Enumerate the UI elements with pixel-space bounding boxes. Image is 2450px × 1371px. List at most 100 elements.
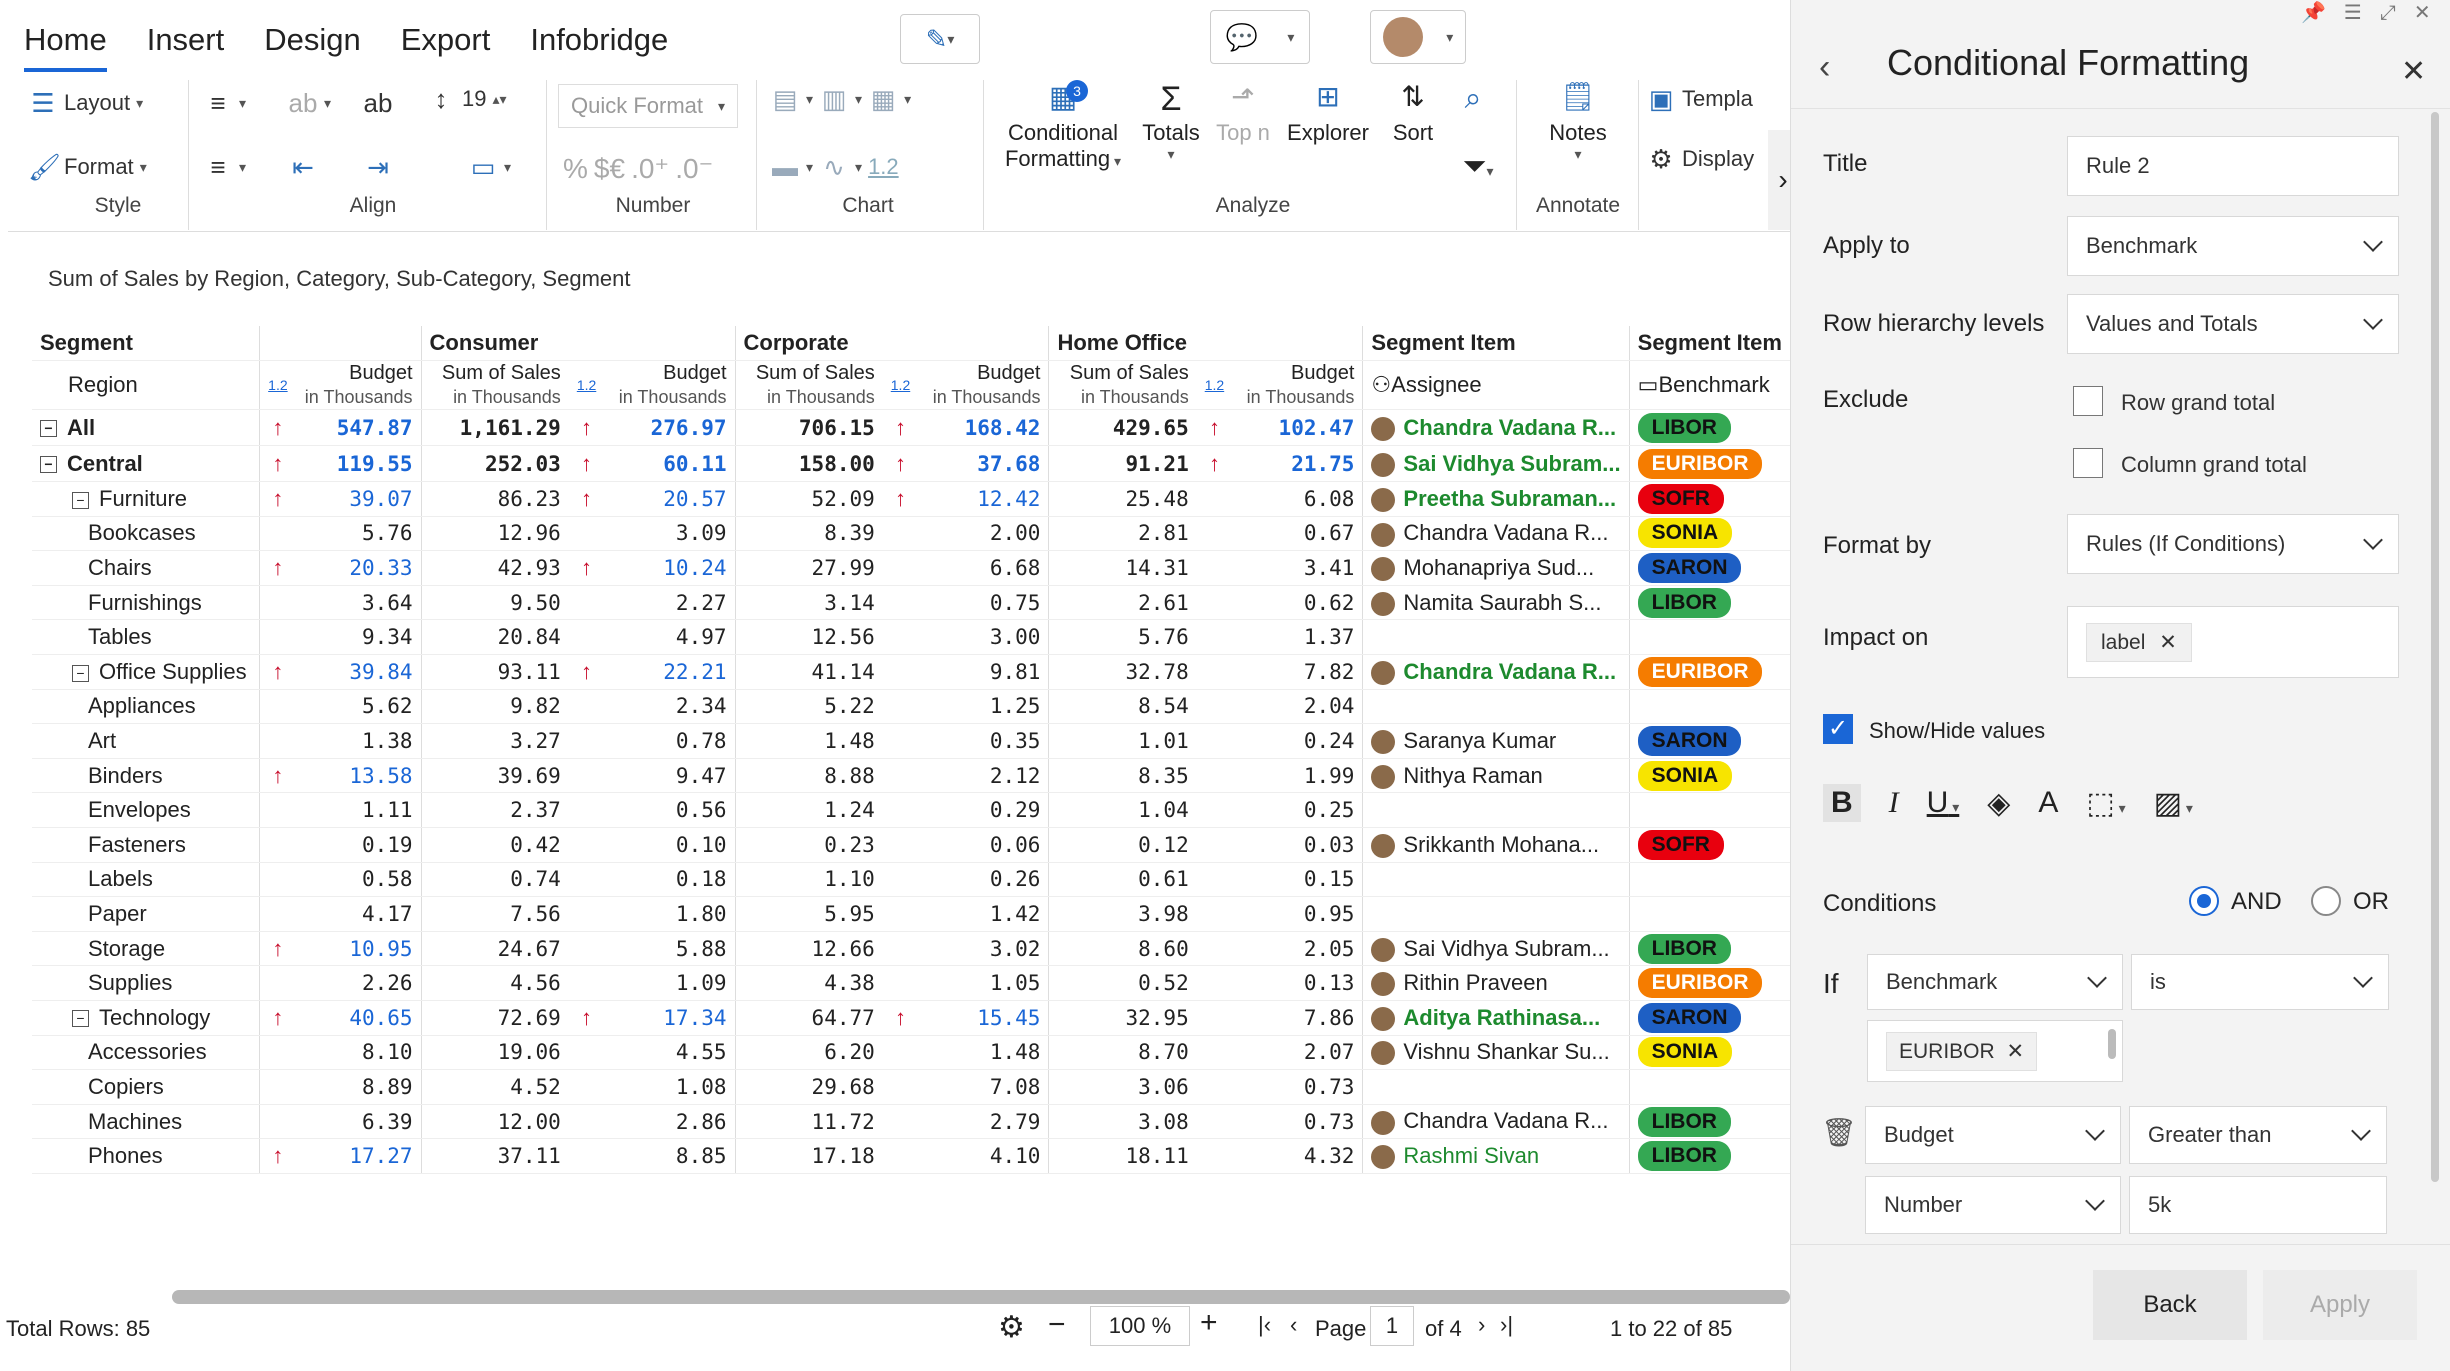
row-label[interactable]: Art bbox=[32, 723, 260, 759]
italic-button[interactable]: I bbox=[1889, 786, 1899, 820]
budget-header[interactable]: Budget in Thousands bbox=[918, 360, 1049, 411]
assignee-cell[interactable]: Chandra Vadana R... bbox=[1362, 409, 1630, 447]
table-row[interactable]: Phones ↑ 17.27 37.11 8.85 17.18 4.10 18.11 4.32 R… bbox=[32, 1138, 1790, 1174]
assignee-cell[interactable]: Mohanapriya Sud... bbox=[1362, 550, 1630, 586]
spellcheck-button[interactable]: ab bbox=[363, 88, 393, 118]
apply-to-dropdown[interactable]: Benchmark bbox=[2067, 216, 2399, 276]
condition2-type-dropdown[interactable]: Number bbox=[1865, 1176, 2121, 1234]
collapse-icon[interactable]: − bbox=[40, 420, 57, 438]
number-format-buttons[interactable]: % $€ .0⁺ .0⁻ bbox=[563, 152, 713, 185]
table-row[interactable]: Supplies 2.26 4.56 1.09 4.38 1.05 0.52 0.13 Rith… bbox=[32, 965, 1790, 1001]
zoom-in-button[interactable]: + bbox=[1200, 1306, 1218, 1340]
assignee-cell[interactable]: Vishnu Shankar Su... bbox=[1362, 1035, 1630, 1071]
font-color-icon[interactable]: A bbox=[2038, 786, 2058, 820]
table-row[interactable]: Art 1.38 3.27 0.78 1.48 0.35 1.01 0.24 Saranya K… bbox=[32, 723, 1790, 759]
row-label[interactable]: Appliances bbox=[32, 689, 260, 725]
row-label[interactable]: Paper bbox=[32, 896, 260, 932]
prev-page-icon[interactable]: ‹ bbox=[1290, 1312, 1297, 1338]
table-row[interactable]: Furnishings 3.64 9.50 2.27 3.14 0.75 2.61 0.62 N… bbox=[32, 585, 1790, 621]
sum-sales-header[interactable]: Sum of Sales in Thousands bbox=[1048, 360, 1197, 411]
row-grand-total-checkbox[interactable] bbox=[2073, 386, 2103, 416]
display-button[interactable]: ⚙ Display bbox=[1646, 144, 1754, 174]
collapse-icon[interactable]: − bbox=[72, 664, 89, 682]
and-radio[interactable] bbox=[2189, 886, 2219, 916]
back-arrow-icon[interactable]: ‹ bbox=[1819, 48, 1830, 87]
totals-button[interactable]: Σ Totals ▾ bbox=[1136, 80, 1206, 163]
sum-sales-header[interactable]: Sum of Sales in Thousands bbox=[734, 360, 883, 411]
table-row[interactable]: Tables 9.34 20.84 4.97 12.56 3.00 5.76 1.37 bbox=[32, 619, 1790, 656]
condition2-field-dropdown[interactable]: Budget bbox=[1865, 1106, 2121, 1164]
sum-sales-header[interactable]: Sum of Sales in Thousands bbox=[420, 360, 569, 411]
row-label[interactable]: Chairs bbox=[32, 550, 260, 586]
explorer-button[interactable]: ⊞ Explorer bbox=[1278, 80, 1378, 146]
apply-button[interactable]: Apply bbox=[2263, 1270, 2417, 1340]
impact-on-input[interactable]: label ✕ bbox=[2067, 606, 2399, 678]
assignee-cell[interactable]: Rashmi Sivan bbox=[1362, 1138, 1630, 1174]
chart-style-buttons[interactable]: ▬ ▾ ∿ ▾ 1.2 bbox=[770, 152, 899, 182]
underline-button[interactable]: U ▾ bbox=[1927, 786, 1960, 820]
show-hide-checkbox[interactable]: ✓ bbox=[1823, 714, 1853, 744]
close-icon[interactable]: ✕ bbox=[2401, 54, 2426, 89]
tab-insert[interactable]: Insert bbox=[147, 22, 225, 72]
zoom-level[interactable]: 100 % bbox=[1090, 1306, 1190, 1346]
table-row[interactable]: Bookcases 5.76 12.96 3.09 8.39 2.00 2.81 0.67 Ch… bbox=[32, 516, 1790, 552]
table-row[interactable]: Storage ↑ 10.95 24.67 5.88 12.66 3.02 8.60 2.05 S… bbox=[32, 931, 1790, 967]
budget-header[interactable]: Budget in Thousands bbox=[604, 360, 735, 411]
remove-chip-icon[interactable]: ✕ bbox=[2007, 1040, 2025, 1063]
assignee-header[interactable]: ⚇Assignee bbox=[1362, 360, 1630, 411]
table-row[interactable]: − Central ↑ 119.55 252.03 ↑ 60.11 158.00 ↑ 37.68 9… bbox=[32, 445, 1790, 483]
assignee-cell[interactable]: Rithin Praveen bbox=[1362, 965, 1630, 1001]
table-row[interactable]: Machines 6.39 12.00 2.86 11.72 2.79 3.08 0.73 Ch… bbox=[32, 1104, 1790, 1140]
table-row[interactable]: Fasteners 0.19 0.42 0.10 0.23 0.06 0.12 0.03 Sri… bbox=[32, 827, 1790, 863]
row-label[interactable]: − Central bbox=[32, 445, 260, 483]
assignee-cell[interactable]: Sai Vidhya Subram... bbox=[1362, 931, 1630, 967]
user-avatar[interactable]: ▾ bbox=[1370, 10, 1466, 64]
indent-button[interactable]: ⇥ bbox=[363, 152, 393, 182]
row-label[interactable]: − All bbox=[32, 409, 260, 447]
table-row[interactable]: − All ↑ 547.87 1,161.29 ↑ 276.97 706.15 ↑ 168.42 4… bbox=[32, 409, 1790, 447]
condition-operator-dropdown[interactable]: is bbox=[2131, 954, 2389, 1010]
sort-button[interactable]: ⇅ Sort bbox=[1378, 80, 1448, 146]
row-label[interactable]: Furnishings bbox=[32, 585, 260, 621]
align-text-button[interactable]: ≡ ▾ bbox=[203, 88, 246, 118]
filter-button[interactable]: ⏷▾ bbox=[1438, 150, 1518, 184]
assignee-cell[interactable]: Srikkanth Mohana... bbox=[1362, 827, 1630, 863]
tab-infobridge[interactable]: Infobridge bbox=[530, 22, 668, 72]
title-input[interactable]: Rule 2 bbox=[2067, 136, 2399, 196]
collapse-icon[interactable]: − bbox=[72, 1010, 89, 1028]
horizontal-scrollbar[interactable] bbox=[172, 1290, 1790, 1304]
assignee-cell[interactable]: Nithya Raman bbox=[1362, 758, 1630, 794]
bold-button[interactable]: B bbox=[1823, 784, 1861, 822]
table-row[interactable]: Chairs ↑ 20.33 42.93 ↑ 10.24 27.99 6.68 14.31 3.4… bbox=[32, 550, 1790, 586]
condition-field-dropdown[interactable]: Benchmark bbox=[1867, 954, 2123, 1010]
border-icon[interactable]: ⬚ ▾ bbox=[2086, 786, 2125, 821]
page-number-input[interactable]: 1 bbox=[1370, 1306, 1414, 1346]
row-label[interactable]: Storage bbox=[32, 931, 260, 967]
trash-icon[interactable]: 🗑 bbox=[1821, 1116, 1857, 1149]
table-row[interactable]: − Technology ↑ 40.65 72.69 ↑ 17.34 64.77 ↑ 15.45 3… bbox=[32, 1000, 1790, 1036]
table-row[interactable]: Paper 4.17 7.56 1.80 5.95 1.42 3.98 0.95 bbox=[32, 896, 1790, 932]
conditional-formatting-button[interactable]: ▦ 3 Conditional Formatting ▾ bbox=[998, 80, 1128, 172]
remove-chip-icon[interactable]: ✕ bbox=[2159, 631, 2177, 654]
format-by-dropdown[interactable]: Rules (If Conditions) bbox=[2067, 514, 2399, 574]
valign-button[interactable]: ≡ ▾ bbox=[203, 152, 246, 182]
row-label[interactable]: Labels bbox=[32, 862, 260, 898]
benchmark-header[interactable]: ▭Benchmark bbox=[1628, 360, 1790, 411]
assignee-cell[interactable]: Chandra Vadana R... bbox=[1362, 1104, 1630, 1140]
row-label[interactable]: Envelopes bbox=[32, 792, 260, 829]
assignee-cell[interactable]: Namita Saurabh S... bbox=[1362, 585, 1630, 621]
search-icon[interactable]: ⌕ bbox=[1448, 82, 1498, 116]
row-label[interactable]: Phones bbox=[32, 1138, 260, 1174]
borders-button[interactable]: ▭ ▾ bbox=[468, 152, 511, 182]
table-row[interactable]: Labels 0.58 0.74 0.18 1.10 0.26 0.61 0.15 bbox=[32, 862, 1790, 898]
column-grand-total-checkbox[interactable] bbox=[2073, 448, 2103, 478]
first-page-icon[interactable]: |‹ bbox=[1258, 1312, 1271, 1338]
budget-header[interactable]: Budget in Thousands bbox=[295, 360, 422, 411]
budget-header[interactable]: Budget in Thousands bbox=[1232, 360, 1363, 411]
assignee-cell[interactable]: Preetha Subraman... bbox=[1362, 481, 1630, 517]
row-label[interactable]: − Furniture bbox=[32, 481, 260, 517]
table-row[interactable]: Copiers 8.89 4.52 1.08 29.68 7.08 3.06 0.73 bbox=[32, 1069, 1790, 1105]
assignee-cell[interactable]: Aditya Rathinasa... bbox=[1362, 1000, 1630, 1036]
row-height-spinner[interactable]: ↕ 19 ▴▾ bbox=[426, 84, 507, 114]
panel-window-icons[interactable]: 📌☰⤢✕ bbox=[2301, 0, 2449, 25]
